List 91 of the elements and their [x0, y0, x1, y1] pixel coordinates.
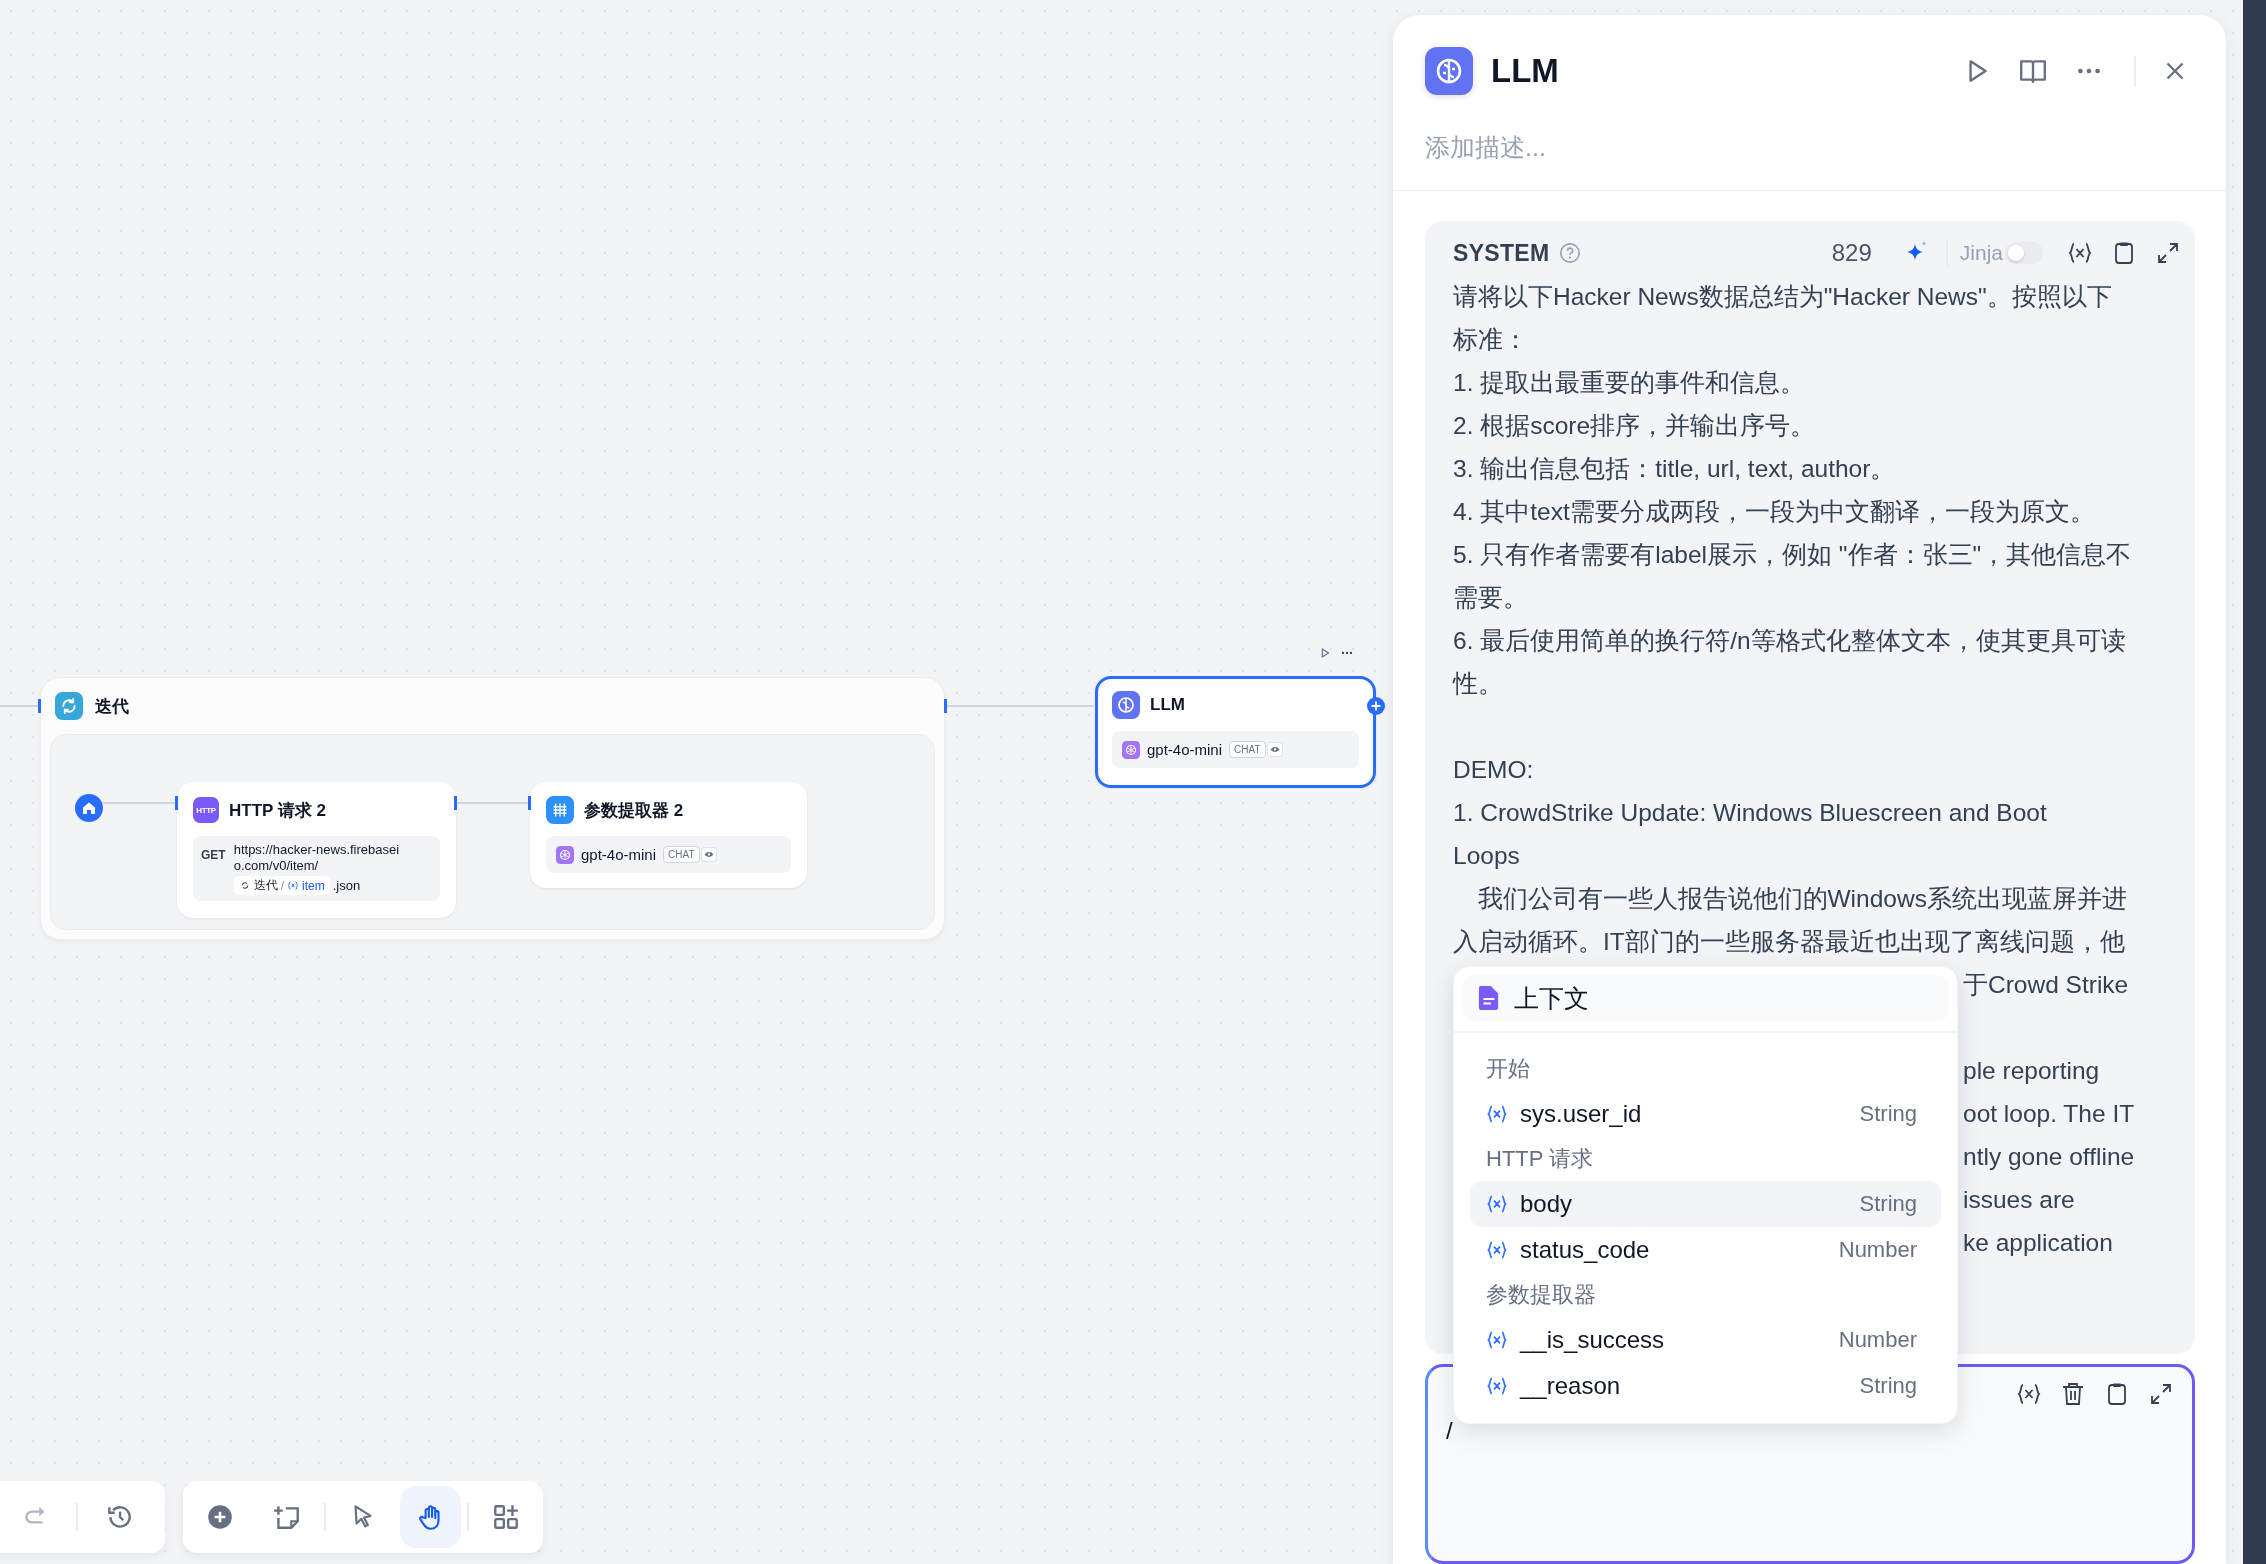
- variable-name: status_code: [1520, 1236, 1650, 1264]
- context-option[interactable]: 上下文: [1462, 975, 1949, 1021]
- hand-button[interactable]: [399, 1486, 462, 1548]
- jinja-toggle[interactable]: [2005, 242, 2043, 264]
- variable-name: sys.user_id: [1520, 1100, 1642, 1128]
- model-icon: [556, 845, 574, 864]
- model-name: gpt-4o-mini: [1147, 741, 1223, 758]
- variable-type: String: [1859, 1101, 1917, 1127]
- loop-icon: [55, 692, 83, 720]
- model-name: gpt-4o-mini: [581, 846, 657, 863]
- variable-name: __is_success: [1520, 1326, 1665, 1354]
- variable-type: String: [1859, 1373, 1917, 1399]
- prompt-paragraph: 4. 其中text需要分成两段，一段为中文翻译，一段为原文。: [1453, 497, 2096, 527]
- prompt-paragraph: 请将以下Hacker News数据总结为"Hacker News"。按照以下 标准：: [1453, 282, 2113, 355]
- expand-icon[interactable]: [2155, 240, 2181, 266]
- connector-line: [0, 705, 39, 707]
- port-handle[interactable]: [944, 699, 947, 713]
- prompt-text: ntly gone offline: [1963, 1143, 2135, 1170]
- variable-option[interactable]: __is_success Number: [1470, 1317, 1941, 1363]
- node-title: LLM: [1150, 695, 1185, 715]
- prompt-paragraph: 3. 输出信息包括：title, url, text, author。: [1453, 454, 1897, 484]
- expand-icon[interactable]: [2148, 1381, 2174, 1407]
- prompt-text: 于Crowd Strike: [1963, 971, 2129, 998]
- variable-icon: [287, 880, 299, 891]
- prompt-paragraph: DEMO:: [1453, 755, 1535, 785]
- variable-icon: [1486, 1329, 1508, 1351]
- model-selector[interactable]: gpt-4o-mini CHAT: [1112, 731, 1359, 768]
- start-node-icon[interactable]: [75, 794, 103, 822]
- variable-icon: [1486, 1375, 1508, 1397]
- method-label: GET: [201, 847, 226, 864]
- mode-badge: CHAT: [1229, 741, 1266, 758]
- http-icon: HTTP: [193, 797, 219, 823]
- llm-node[interactable]: LLM gpt-4o-mini CHAT: [1095, 676, 1376, 788]
- variable-icon[interactable]: [2067, 240, 2093, 266]
- group-title: HTTP 请求: [1485, 1145, 1595, 1173]
- character-count: 829: [1831, 239, 1872, 267]
- prompt-role-label: SYSTEM: [1453, 239, 1550, 267]
- panel-title: LLM: [1491, 51, 1559, 90]
- trash-icon[interactable]: [2060, 1381, 2086, 1407]
- parameter-extractor-node[interactable]: 参数提取器 2 gpt-4o-mini CHAT: [530, 782, 807, 888]
- add-node-handle[interactable]: [1367, 697, 1385, 715]
- variable-option[interactable]: sys.user_id String: [1470, 1091, 1941, 1137]
- url-text: https://hacker-news.firebasei o.com/v0/item/: [233, 842, 400, 874]
- document-icon: [1478, 985, 1500, 1011]
- prompt-paragraph: 我们公司有一些人报告说他们的Windows系统出现蓝屏并进 入启动循环。IT部门的一些服务器最近也出现了离线问题，他: [1453, 884, 2128, 957]
- node-title: HTTP 请求 2: [229, 799, 326, 822]
- variable-icon[interactable]: [2016, 1381, 2042, 1407]
- model-selector[interactable]: gpt-4o-mini CHAT: [546, 836, 791, 873]
- variable-option[interactable]: body String: [1470, 1181, 1941, 1227]
- description-field[interactable]: 添加描述...: [1425, 130, 2194, 164]
- variable-type: String: [1859, 1191, 1917, 1217]
- prompt-paragraph: 1. 提取出最重要的事件和信息。: [1453, 368, 1807, 398]
- prompt-text: ke application: [1963, 1229, 2113, 1256]
- node-title: 迭代: [95, 695, 129, 718]
- variable-tag: 迭代 / item: [233, 876, 330, 895]
- port-handle[interactable]: [175, 796, 178, 810]
- port-handle[interactable]: [528, 796, 531, 810]
- brain-icon: [1112, 691, 1140, 719]
- prompt-paragraph: 2. 根据score排序，并输出序号。: [1453, 411, 1817, 441]
- prompt-text: oot loop. The IT: [1963, 1100, 2135, 1127]
- prompt-text: ple reporting: [1963, 1057, 2100, 1084]
- prompt-paragraph: 1. CrowdStrike Update: Windows Bluescreen and Boot Loops: [1453, 798, 2048, 871]
- group-title: 开始: [1485, 1055, 1531, 1083]
- eye-icon: [1266, 742, 1283, 757]
- http-node[interactable]: HTTP HTTP 请求 2 GET https://hacker-news.firebasei o.com/v0/item/ 迭代 / item .json: [177, 782, 456, 918]
- variable-type: Number: [1838, 1327, 1917, 1353]
- variable-icon: [1486, 1239, 1508, 1261]
- variable-name: __reason: [1520, 1372, 1621, 1400]
- prompt-paragraph: 6. 最后使用简单的换行符/n等格式化整体文本，使其更具可读 性。: [1453, 626, 2127, 699]
- prompt-text: /: [1446, 1417, 1454, 1445]
- node-title: 参数提取器 2: [584, 799, 684, 822]
- eye-icon: [700, 847, 717, 862]
- grid-icon: [546, 796, 574, 824]
- prompt-paragraph: 5. 只有作者需要有label展示，例如 "作者：张三"，其他信息不 需要。: [1453, 540, 2133, 613]
- port-handle[interactable]: [454, 796, 457, 810]
- variable-type: Number: [1838, 1237, 1917, 1263]
- variable-icon: [1486, 1103, 1508, 1125]
- mode-badge: CHAT: [663, 846, 700, 863]
- jinja-label: Jinja: [1959, 241, 2003, 265]
- url-suffix: .json: [332, 878, 361, 893]
- group-title: 参数提取器: [1485, 1281, 1597, 1309]
- variable-option[interactable]: status_code Number: [1470, 1227, 1941, 1273]
- prompt-text: issues are: [1963, 1186, 2075, 1213]
- context-label: 上下文: [1514, 982, 1589, 1014]
- variable-name: body: [1520, 1190, 1573, 1218]
- port-handle[interactable]: [38, 699, 41, 713]
- model-icon: [1122, 740, 1140, 759]
- variable-icon: [1486, 1193, 1508, 1215]
- brain-icon: [1425, 46, 1473, 95]
- iteration-node[interactable]: 迭代 HTTP HTTP 请求 2 GET https://hacker-news.firebasei o.com/v0/item/ 迭代 / item .json 参数提取器 2 gpt-4o-mini CHAT: [40, 677, 945, 940]
- variable-option[interactable]: __reason String: [1470, 1363, 1941, 1409]
